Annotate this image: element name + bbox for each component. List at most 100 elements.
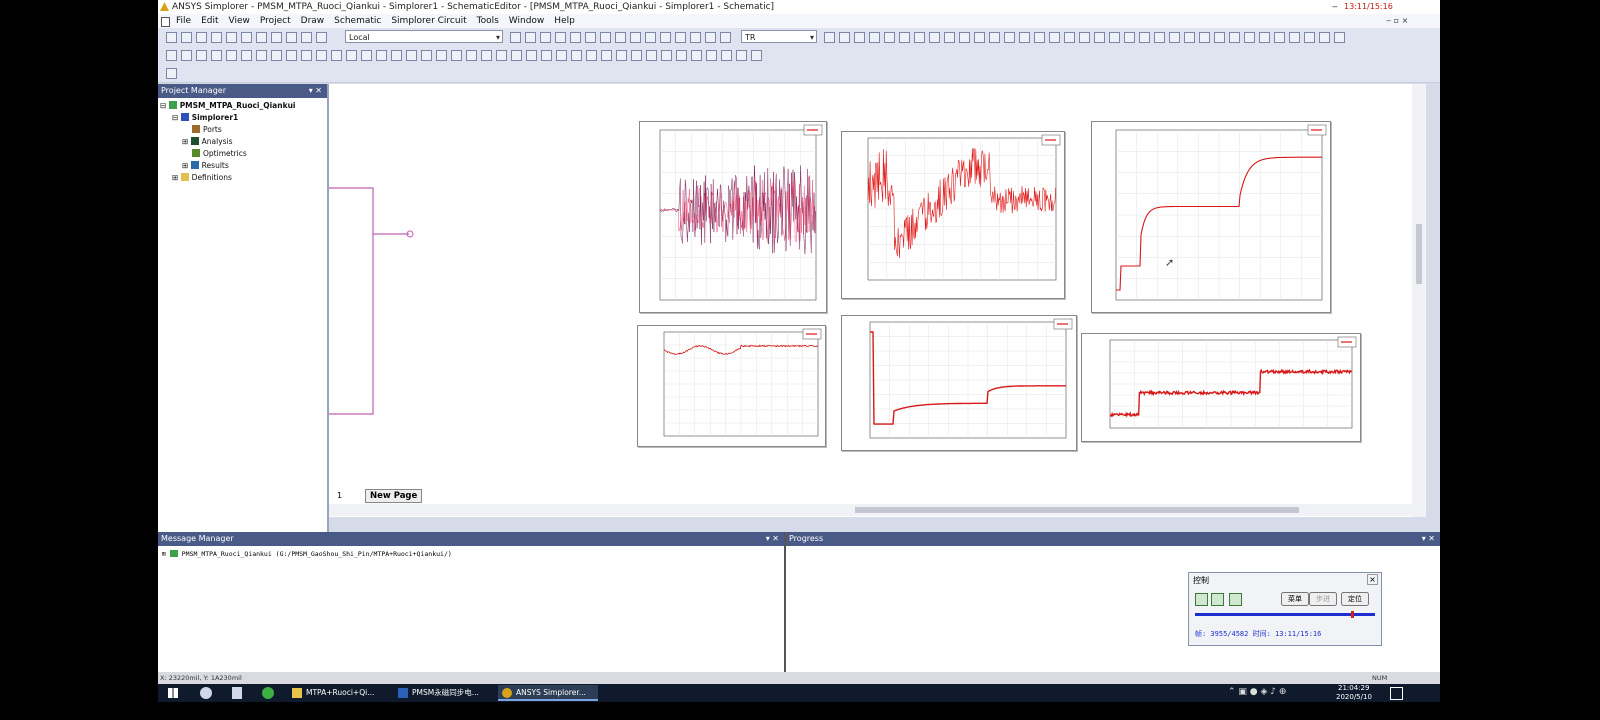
collapse-icon[interactable]: ⊟ [172,113,178,122]
location-dropdown[interactable]: Local [345,30,503,43]
pause-icon[interactable] [1211,593,1224,606]
edit-tool-icon[interactable] [660,32,671,43]
menu-item-help[interactable]: Help [554,16,575,26]
view-tool-icon[interactable] [824,32,835,43]
menu-item-tools[interactable]: Tools [477,16,499,26]
tree-design[interactable]: ⊟ Simplorer1 [172,112,238,124]
wechat-icon[interactable] [262,687,274,699]
draw-tool-icon[interactable] [586,50,597,61]
horizontal-scrollbar[interactable] [329,504,1412,516]
play-icon[interactable] [1195,593,1208,606]
file-tool-icon[interactable] [271,32,282,43]
view-tool-icon[interactable] [1274,32,1285,43]
view-tool-icon[interactable] [1124,32,1135,43]
view-tool-icon[interactable] [944,32,955,43]
schematic-canvas[interactable]: ➚ 1 New Page [329,84,1412,517]
edit-tool-icon[interactable] [510,32,521,43]
menu-item-file[interactable]: File [176,16,191,26]
edit-tool-icon[interactable] [585,32,596,43]
view-tool-icon[interactable] [959,32,970,43]
view-tool-icon[interactable] [1319,32,1330,43]
menu-item-project[interactable]: Project [260,16,291,26]
draw-tool-icon[interactable] [676,50,687,61]
view-tool-icon[interactable] [1019,32,1030,43]
draw-tool-icon[interactable] [706,50,717,61]
view-tool-icon[interactable] [1304,32,1315,43]
script-tool-icon[interactable] [166,68,177,79]
draw-tool-icon[interactable] [556,50,567,61]
menu-item-simplorer-circuit[interactable]: Simplorer Circuit [391,16,466,26]
draw-tool-icon[interactable] [226,50,237,61]
view-tool-icon[interactable] [839,32,850,43]
draw-tool-icon[interactable] [721,50,732,61]
app-icon-1[interactable] [200,687,212,699]
draw-tool-icon[interactable] [361,50,372,61]
file-tool-icon[interactable] [256,32,267,43]
view-tool-icon[interactable] [989,32,1000,43]
view-tool-icon[interactable] [1184,32,1195,43]
waveform-plot-4[interactable] [637,325,826,447]
scroll-thumb[interactable] [855,507,1299,513]
menu-button[interactable]: 菜单 [1281,592,1309,606]
draw-tool-icon[interactable] [241,50,252,61]
tree-item-results[interactable]: ⊞ Results [182,160,229,172]
calculator-icon[interactable] [232,687,242,699]
tree-item-ports[interactable]: Ports [192,124,222,136]
view-tool-icon[interactable] [1094,32,1105,43]
scroll-thumb[interactable] [1416,224,1422,284]
draw-tool-icon[interactable] [271,50,282,61]
file-tool-icon[interactable] [301,32,312,43]
draw-tool-icon[interactable] [601,50,612,61]
view-tool-icon[interactable] [1244,32,1255,43]
draw-tool-icon[interactable] [331,50,342,61]
locate-button[interactable]: 定位 [1341,592,1369,606]
draw-tool-icon[interactable] [406,50,417,61]
edit-tool-icon[interactable] [540,32,551,43]
tree-root[interactable]: ⊟ PMSM_MTPA_Ruoci_Qiankui [160,100,295,112]
draw-tool-icon[interactable] [511,50,522,61]
edit-tool-icon[interactable] [630,32,641,43]
draw-tool-icon[interactable] [631,50,642,61]
draw-tool-icon[interactable] [256,50,267,61]
view-tool-icon[interactable] [1049,32,1060,43]
view-tool-icon[interactable] [1139,32,1150,43]
draw-tool-icon[interactable] [646,50,657,61]
view-tool-icon[interactable] [1169,32,1180,43]
view-tool-icon[interactable] [899,32,910,43]
view-tool-icon[interactable] [1334,32,1345,43]
draw-tool-icon[interactable] [751,50,762,61]
edit-tool-icon[interactable] [555,32,566,43]
panel-close-icon[interactable]: ▾ ✕ [1422,532,1435,546]
progress-marker[interactable] [1351,611,1354,618]
view-tool-icon[interactable] [1154,32,1165,43]
menu-item-draw[interactable]: Draw [301,16,325,26]
taskbar-time[interactable]: 21:04:29 [1338,684,1369,692]
notification-icon[interactable] [1390,687,1403,700]
edit-tool-icon[interactable] [615,32,626,43]
view-tool-icon[interactable] [869,32,880,43]
minimize-button[interactable]: ‒ [1332,0,1338,14]
view-tool-icon[interactable] [1229,32,1240,43]
tree-item-optimetrics[interactable]: Optimetrics [192,148,247,160]
mdi-controls[interactable]: ‒ ▫ × [1386,14,1408,28]
file-tool-icon[interactable] [241,32,252,43]
stop-icon[interactable] [1229,593,1242,606]
draw-tool-icon[interactable] [316,50,327,61]
menu-item-view[interactable]: View [229,16,250,26]
edit-tool-icon[interactable] [705,32,716,43]
edit-tool-icon[interactable] [570,32,581,43]
draw-tool-icon[interactable] [526,50,537,61]
view-tool-icon[interactable] [1259,32,1270,43]
draw-tool-icon[interactable] [301,50,312,61]
edit-tool-icon[interactable] [720,32,731,43]
draw-tool-icon[interactable] [436,50,447,61]
edit-tool-icon[interactable] [690,32,701,43]
waveform-plot-1[interactable] [639,121,827,313]
file-tool-icon[interactable] [316,32,327,43]
draw-tool-icon[interactable] [481,50,492,61]
vertical-scrollbar[interactable] [1412,84,1426,517]
analysis-dropdown[interactable]: TR [741,30,817,43]
view-tool-icon[interactable] [929,32,940,43]
draw-tool-icon[interactable] [421,50,432,61]
draw-tool-icon[interactable] [181,50,192,61]
